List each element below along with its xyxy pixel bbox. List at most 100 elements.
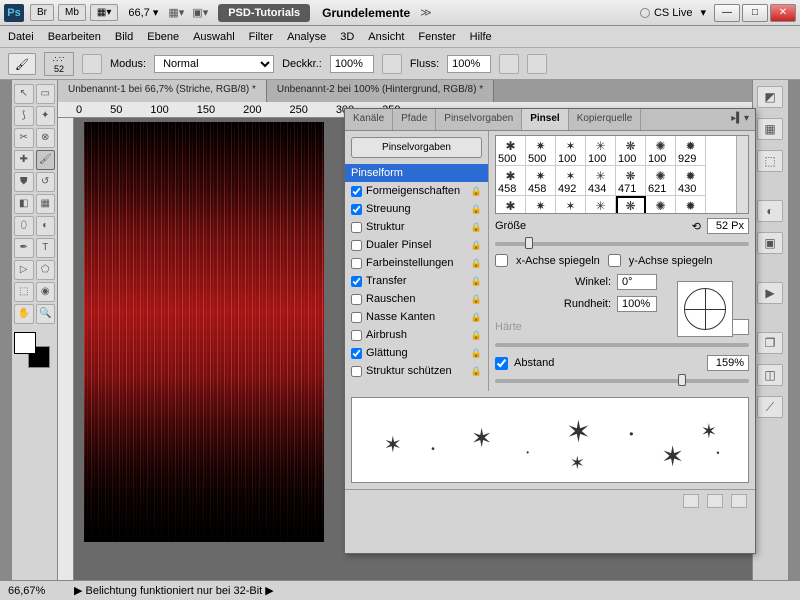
angle-widget[interactable]	[677, 281, 733, 337]
spacing-value[interactable]: 159%	[707, 355, 749, 371]
left-dock-strip[interactable]	[0, 80, 12, 580]
status-zoom[interactable]: 66,67%	[8, 585, 64, 597]
size-slider[interactable]	[495, 242, 749, 246]
brush-tip-cell[interactable]: ✱500	[496, 136, 526, 166]
path-select-tool[interactable]: ▷	[14, 260, 34, 280]
panel-icon-adjust[interactable]: ◐	[757, 200, 783, 222]
panel-icon-masks[interactable]: ▣	[757, 232, 783, 254]
brush-option-check-10[interactable]	[351, 348, 362, 359]
brush-tip-cell[interactable]: ✳600	[586, 196, 616, 214]
brush-tip-cell[interactable]: ✷500	[526, 136, 556, 166]
brush-tip-cell[interactable]: ✷600	[526, 196, 556, 214]
shape-tool[interactable]: ⬠	[36, 260, 56, 280]
menu-ansicht[interactable]: Ansicht	[368, 31, 404, 43]
zoom-tool[interactable]: 🔍	[36, 304, 56, 324]
brush-tip-cell[interactable]: ❋128	[616, 196, 646, 214]
brush-tip-cell[interactable]: ✳100	[586, 136, 616, 166]
menu-bild[interactable]: Bild	[115, 31, 133, 43]
brush-option-2[interactable]: Streuung🔒	[345, 200, 488, 218]
menu-filter[interactable]: Filter	[249, 31, 273, 43]
tab-pinselvorgaben[interactable]: Pinselvorgaben	[436, 109, 522, 130]
delete-brush-icon[interactable]	[731, 494, 747, 508]
panel-icon-paths[interactable]: ⟋	[757, 396, 783, 418]
lock-icon[interactable]: 🔒	[471, 294, 482, 305]
brush-tip-cell[interactable]: ✹45	[676, 196, 706, 214]
lock-icon[interactable]: 🔒	[471, 186, 482, 197]
zoom-value[interactable]: 66,7 ▾	[128, 6, 158, 19]
brush-tip-cell[interactable]: ✷458	[526, 166, 556, 196]
hand-tool[interactable]: ✋	[14, 304, 34, 324]
color-swatch[interactable]	[14, 332, 50, 368]
lock-icon[interactable]: 🔒	[471, 240, 482, 251]
spacing-slider[interactable]	[495, 379, 749, 383]
brush-option-10[interactable]: Glättung🔒	[345, 344, 488, 362]
tablet-pressure-icon[interactable]	[527, 54, 547, 74]
tab-kopierquelle[interactable]: Kopierquelle	[569, 109, 642, 130]
menu-auswahl[interactable]: Auswahl	[193, 31, 235, 43]
flip-x-checkbox[interactable]	[495, 254, 508, 267]
panel-icon-play[interactable]: ▶	[757, 282, 783, 304]
brush-option-check-1[interactable]	[351, 186, 362, 197]
angle-value[interactable]: 0°	[617, 274, 657, 290]
stamp-tool[interactable]: ⛊	[14, 172, 34, 192]
brush-tip-cell[interactable]: ✶100	[556, 136, 586, 166]
minibridge-button[interactable]: Mb	[58, 4, 86, 21]
move-tool[interactable]: ↖	[14, 84, 34, 104]
workspace-name[interactable]: Grundelemente	[322, 6, 410, 20]
brush-tip-cell[interactable]: ✺40	[646, 196, 676, 214]
panel-icon-swatches[interactable]: ▦	[757, 118, 783, 140]
gradient-tool[interactable]: ▦	[36, 194, 56, 214]
brush-tip-grid[interactable]: ✱500✷500✶100✳100❋100✺100✹929✱458✷458✶492…	[495, 135, 749, 214]
brush-option-check-11[interactable]	[351, 366, 362, 377]
brush-option-check-5[interactable]	[351, 258, 362, 269]
brush-option-0[interactable]: Pinselform	[345, 164, 488, 182]
foreground-color[interactable]	[14, 332, 36, 354]
brush-tip-cell[interactable]: ✺621	[646, 166, 676, 196]
tab-pinsel[interactable]: Pinsel	[522, 109, 568, 130]
pen-tool[interactable]: ✒	[14, 238, 34, 258]
lock-icon[interactable]: 🔒	[471, 312, 482, 323]
brush-option-11[interactable]: Struktur schützen🔒	[345, 362, 488, 380]
panel-flyout-icon[interactable]: ▸▍▾	[725, 109, 755, 130]
opacity-value[interactable]: 100%	[330, 55, 374, 73]
window-minimize[interactable]: ―	[714, 4, 740, 22]
brush-option-check-6[interactable]	[351, 276, 362, 287]
doc-tab-1[interactable]: Unbenannt-1 bei 66,7% (Striche, RGB/8) *	[58, 80, 267, 102]
brush-option-4[interactable]: Dualer Pinsel🔒	[345, 236, 488, 254]
brush-tip-cell[interactable]: ✺100	[646, 136, 676, 166]
lock-icon[interactable]: 🔒	[471, 258, 482, 269]
brush-option-7[interactable]: Rauschen🔒	[345, 290, 488, 308]
panel-icon-layers[interactable]: ❐	[757, 332, 783, 354]
new-brush-icon[interactable]	[707, 494, 723, 508]
brush-option-3[interactable]: Struktur🔒	[345, 218, 488, 236]
roundness-value[interactable]: 100%	[617, 296, 657, 312]
eyedropper-tool[interactable]: ⊗	[36, 128, 56, 148]
lock-icon[interactable]: 🔒	[471, 330, 482, 341]
brush-tip-cell[interactable]: ✳434	[586, 166, 616, 196]
panel-icon-styles[interactable]: ⬚	[757, 150, 783, 172]
opacity-pressure-icon[interactable]	[382, 54, 402, 74]
brush-grid-scrollbar[interactable]	[736, 136, 748, 213]
brush-tip-cell[interactable]: ✶492	[556, 166, 586, 196]
menu-datei[interactable]: Datei	[8, 31, 34, 43]
brush-option-check-3[interactable]	[351, 222, 362, 233]
brush-tip-cell[interactable]: ✹929	[676, 136, 706, 166]
marquee-tool[interactable]: ▭	[36, 84, 56, 104]
doc-tab-2[interactable]: Unbenannt-2 bei 100% (Hintergrund, RGB/8…	[267, 80, 494, 102]
lock-icon[interactable]: 🔒	[471, 366, 482, 377]
brush-option-check-9[interactable]	[351, 330, 362, 341]
flip-reset-icon[interactable]: ⟲	[692, 220, 701, 233]
menu-bearbeiten[interactable]: Bearbeiten	[48, 31, 101, 43]
brush-preset-picker[interactable]: ∴∵ 52	[44, 52, 74, 76]
crop-tool[interactable]: ✂	[14, 128, 34, 148]
view-extras-button[interactable]: ▦▾	[90, 4, 118, 21]
toggle-preview-icon[interactable]	[683, 494, 699, 508]
workspace-tutorial-button[interactable]: PSD-Tutorials	[218, 4, 310, 22]
type-tool[interactable]: T	[36, 238, 56, 258]
brush-option-5[interactable]: Farbeinstellungen🔒	[345, 254, 488, 272]
window-close[interactable]: ✕	[770, 4, 796, 22]
more-workspaces[interactable]: ≫	[420, 6, 432, 19]
brush-tip-cell[interactable]: ✹430	[676, 166, 706, 196]
brush-option-1[interactable]: Formeigenschaften🔒	[345, 182, 488, 200]
current-tool-icon[interactable]: 🖌	[8, 53, 36, 75]
